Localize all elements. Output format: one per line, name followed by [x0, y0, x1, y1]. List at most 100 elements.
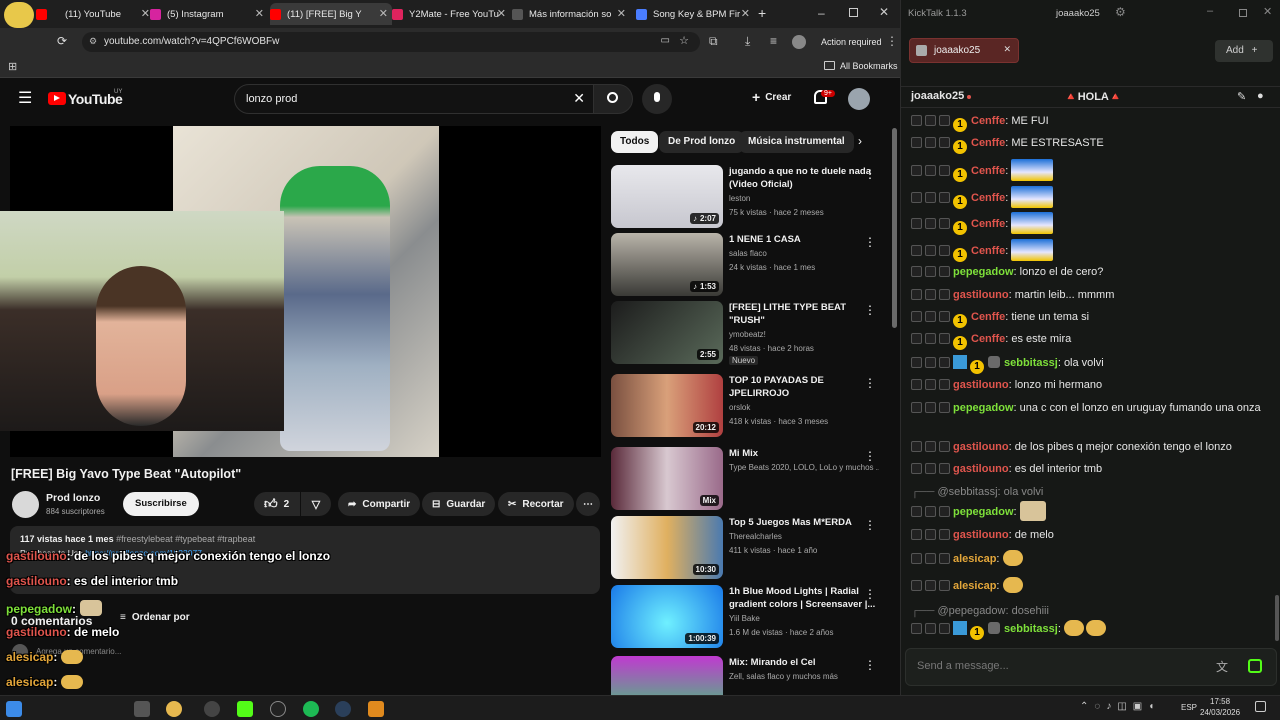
- mod-action-icon[interactable]: [911, 623, 922, 634]
- voice-search-button[interactable]: [642, 84, 672, 114]
- subscribe-button[interactable]: Suscribirse: [123, 492, 199, 516]
- mod-action-icon[interactable]: [911, 357, 922, 368]
- ban-icon[interactable]: [939, 623, 950, 634]
- video-menu-icon[interactable]: ⋮: [864, 587, 876, 601]
- chat-scrollbar[interactable]: [1275, 595, 1279, 641]
- ban-icon[interactable]: [939, 289, 950, 300]
- reply-text[interactable]: @sebbitassj: ola volvi: [937, 486, 1043, 498]
- mod-action-icon[interactable]: [911, 266, 922, 277]
- sort-by-button[interactable]: ≡ Ordenar por: [120, 612, 190, 623]
- video-menu-icon[interactable]: ⋮: [864, 235, 876, 249]
- message-input[interactable]: Send a message... 文: [905, 648, 1277, 686]
- tab-close-icon[interactable]: ✕: [255, 7, 264, 20]
- language-indicator[interactable]: ESP: [1181, 703, 1197, 712]
- clear-search-icon[interactable]: ✕: [573, 90, 585, 107]
- timeout-icon[interactable]: [925, 623, 936, 634]
- timeout-icon[interactable]: [925, 192, 936, 203]
- timeout-icon[interactable]: [925, 115, 936, 126]
- mod-action-icon[interactable]: [911, 441, 922, 452]
- new-tab-button[interactable]: +: [758, 5, 766, 21]
- mod-action-icon[interactable]: [911, 218, 922, 229]
- video-thumbnail[interactable]: 10:30: [611, 516, 723, 579]
- timeout-icon[interactable]: [925, 266, 936, 277]
- user-icon[interactable]: ●: [1257, 90, 1264, 102]
- video-channel[interactable]: Yiil Bake: [729, 614, 879, 623]
- mod-action-icon[interactable]: [911, 553, 922, 564]
- start-icon[interactable]: [6, 701, 22, 717]
- mod-action-icon[interactable]: [911, 402, 922, 413]
- reply-text[interactable]: @pepegadow: dosehiii: [937, 605, 1048, 617]
- clip-button[interactable]: ✂ Recortar: [498, 492, 574, 516]
- recommended-video[interactable]: 20:12 TOP 10 PAYADAS DE JPELIRROJO orslok 4…: [611, 374, 886, 438]
- video-title[interactable]: Mi Mix: [729, 447, 877, 460]
- add-channel-button[interactable]: Add +: [1215, 40, 1273, 62]
- ban-icon[interactable]: [939, 357, 950, 368]
- maximize-button[interactable]: [849, 8, 858, 17]
- ban-icon[interactable]: [939, 115, 950, 126]
- recommended-video[interactable]: ♪ 2:07 jugando a que no te duele nada (Vid…: [611, 165, 886, 229]
- clock-time[interactable]: 17:58: [1210, 697, 1230, 706]
- chat-username[interactable]: Cenffe: [971, 165, 1005, 177]
- tab-close-icon[interactable]: ✕: [379, 7, 388, 20]
- kick-maximize-button[interactable]: [1239, 9, 1247, 17]
- ban-icon[interactable]: [939, 529, 950, 540]
- ban-icon[interactable]: [939, 311, 950, 322]
- profile-avatar[interactable]: [792, 35, 806, 49]
- browser-tab[interactable]: (11) [FREE] Big Y ✕: [270, 3, 392, 25]
- video-player[interactable]: [0, 126, 601, 457]
- timeout-icon[interactable]: [925, 289, 936, 300]
- all-bookmarks-link[interactable]: All Bookmarks: [840, 61, 898, 71]
- video-menu-icon[interactable]: ⋮: [864, 376, 876, 390]
- more-actions-button[interactable]: ⋯: [576, 492, 600, 516]
- chat-username[interactable]: gastilouno: [953, 463, 1009, 475]
- filter-chip[interactable]: De Prod lonzo: [659, 131, 745, 153]
- ban-icon[interactable]: [939, 441, 950, 452]
- chat-username[interactable]: Cenffe: [971, 137, 1005, 149]
- mod-action-icon[interactable]: [911, 379, 922, 390]
- chat-username[interactable]: gastilouno: [953, 529, 1009, 541]
- video-channel[interactable]: ymobeatz!: [729, 330, 879, 339]
- ban-icon[interactable]: [939, 266, 950, 277]
- kick-app-icon[interactable]: [237, 701, 253, 717]
- tab-close-icon[interactable]: ✕: [141, 7, 150, 20]
- account-name[interactable]: joaaako25: [1056, 8, 1100, 19]
- share-button[interactable]: ➦ Compartir: [338, 492, 421, 516]
- spotify-icon[interactable]: [303, 701, 319, 717]
- minimize-button[interactable]: –: [818, 6, 825, 20]
- recommended-video[interactable]: 1:00:39 1h Blue Mood Lights | Radial grad…: [611, 585, 886, 649]
- translate-icon[interactable]: 文: [1216, 658, 1228, 675]
- timeout-icon[interactable]: [925, 402, 936, 413]
- search-button[interactable]: [593, 84, 633, 114]
- recommended-video[interactable]: Mix Mi Mix Type Beats 2020, LOLO, LoLo y m…: [611, 447, 886, 511]
- save-button[interactable]: ⊟ Guardar: [422, 492, 496, 516]
- timeout-icon[interactable]: [925, 165, 936, 176]
- close-window-button[interactable]: ✕: [879, 5, 889, 19]
- steam-icon[interactable]: [335, 701, 351, 717]
- chat-username[interactable]: Cenffe: [971, 192, 1005, 204]
- recommended-video[interactable]: Mix: Mirando el Cel Zell, salas flaco y m…: [611, 656, 886, 695]
- channel-name[interactable]: Prod lonzo: [46, 492, 100, 504]
- video-menu-icon[interactable]: ⋮: [864, 658, 876, 672]
- timeout-icon[interactable]: [925, 218, 936, 229]
- mod-action-icon[interactable]: [911, 311, 922, 322]
- filter-chip[interactable]: Música instrumental: [739, 131, 854, 153]
- timeout-icon[interactable]: [925, 333, 936, 344]
- chat-username[interactable]: gastilouno: [953, 379, 1009, 391]
- clock-date[interactable]: 24/03/2026: [1200, 708, 1240, 717]
- ban-icon[interactable]: [939, 165, 950, 176]
- mod-action-icon[interactable]: [911, 463, 922, 474]
- mod-action-icon[interactable]: [911, 333, 922, 344]
- ban-icon[interactable]: [939, 137, 950, 148]
- video-thumbnail[interactable]: Mix: [611, 447, 723, 510]
- video-thumbnail[interactable]: ♪ 2:07: [611, 165, 723, 228]
- timeout-icon[interactable]: [925, 137, 936, 148]
- ban-icon[interactable]: [939, 580, 950, 591]
- mod-action-icon[interactable]: [911, 289, 922, 300]
- chat-username[interactable]: Cenffe: [971, 245, 1005, 257]
- video-title[interactable]: TOP 10 PAYADAS DE JPELIRROJO: [729, 374, 877, 400]
- video-title[interactable]: jugando a que no te duele nada (Video Of…: [729, 165, 877, 191]
- chat-username[interactable]: Cenffe: [971, 333, 1005, 345]
- channel-tab-close-icon[interactable]: ✕: [1003, 44, 1011, 55]
- install-icon[interactable]: ▭: [661, 35, 670, 46]
- chat-username[interactable]: pepegadow: [953, 506, 1014, 518]
